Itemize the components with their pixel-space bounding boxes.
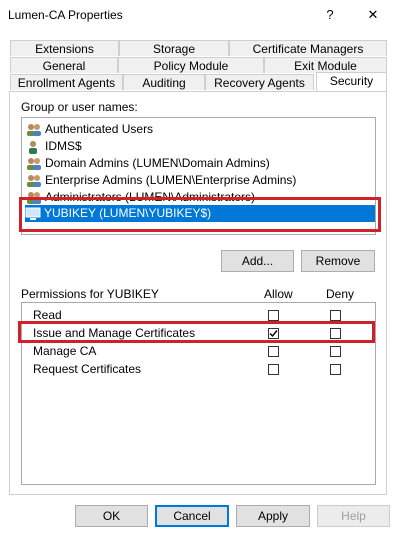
help-button: Help xyxy=(317,505,390,527)
list-item[interactable]: Domain Admins (LUMEN\Domain Admins) xyxy=(26,155,270,172)
permission-name: Request Certificates xyxy=(33,362,142,376)
tab-security[interactable]: Security xyxy=(316,72,387,91)
tab-storage[interactable]: Storage xyxy=(119,40,229,56)
read-allow-checkbox[interactable] xyxy=(268,310,279,321)
issue-manage-allow-checkbox[interactable] xyxy=(268,328,279,339)
apply-button[interactable]: Apply xyxy=(236,505,310,527)
permission-name: Manage CA xyxy=(33,344,97,358)
users-group-icon xyxy=(26,174,42,188)
tab-general[interactable]: General xyxy=(10,57,118,73)
manage-ca-deny-checkbox[interactable] xyxy=(330,346,341,357)
user-name: Authenticated Users xyxy=(45,122,154,136)
permissions-label: Permissions for YUBIKEY xyxy=(21,287,159,301)
users-group-icon xyxy=(26,191,42,205)
user-name: Administrators (LUMEN\Administrators) xyxy=(45,190,256,204)
user-list[interactable]: Authenticated Users IDMS$ Domain Admins … xyxy=(21,117,376,235)
issue-manage-deny-checkbox[interactable] xyxy=(330,328,341,339)
list-item[interactable]: Administrators (LUMEN\Administrators) xyxy=(26,189,255,206)
list-item[interactable]: IDMS$ xyxy=(26,138,82,155)
list-item-selected[interactable]: YUBIKEY (LUMEN\YUBIKEY$) xyxy=(25,205,375,222)
list-item[interactable]: Enterprise Admins (LUMEN\Enterprise Admi… xyxy=(26,172,296,189)
remove-button[interactable]: Remove xyxy=(301,250,375,272)
manage-ca-allow-checkbox[interactable] xyxy=(268,346,279,357)
list-item[interactable]: Authenticated Users xyxy=(26,121,153,138)
request-certs-deny-checkbox[interactable] xyxy=(330,364,341,375)
permission-name: Read xyxy=(33,308,62,322)
tab-auditing[interactable]: Auditing xyxy=(123,74,205,90)
window-title: Lumen-CA Properties xyxy=(8,8,123,22)
tab-enrollment-agents[interactable]: Enrollment Agents xyxy=(10,74,123,90)
user-name: YUBIKEY (LUMEN\YUBIKEY$) xyxy=(44,206,212,220)
tab-extensions[interactable]: Extensions xyxy=(10,40,119,56)
close-icon[interactable]: ✕ xyxy=(360,4,386,26)
add-button[interactable]: Add... xyxy=(221,250,294,272)
user-icon xyxy=(26,140,42,154)
help-icon[interactable]: ? xyxy=(317,4,343,26)
tab-policy-module[interactable]: Policy Module xyxy=(118,57,264,73)
ok-button[interactable]: OK xyxy=(75,505,148,527)
deny-header: Deny xyxy=(326,287,355,301)
request-certs-allow-checkbox[interactable] xyxy=(268,364,279,375)
tab-exit-module[interactable]: Exit Module xyxy=(264,57,387,73)
user-name: Enterprise Admins (LUMEN\Enterprise Admi… xyxy=(45,173,297,187)
read-deny-checkbox[interactable] xyxy=(330,310,341,321)
tab-recovery-agents[interactable]: Recovery Agents xyxy=(205,74,314,90)
permission-name: Issue and Manage Certificates xyxy=(33,326,196,340)
user-name: IDMS$ xyxy=(45,139,82,153)
users-group-icon xyxy=(26,157,42,171)
group-names-label: Group or user names: xyxy=(21,100,138,114)
permissions-list: Read Issue and Manage Certificates Manag… xyxy=(21,302,376,485)
computer-icon xyxy=(25,207,41,221)
tab-certificate-managers[interactable]: Certificate Managers xyxy=(229,40,387,56)
allow-header: Allow xyxy=(264,287,293,301)
cancel-button[interactable]: Cancel xyxy=(155,505,229,527)
title-bar: Lumen-CA Properties ? ✕ xyxy=(0,0,399,30)
checkmark-icon xyxy=(269,330,278,338)
user-name: Domain Admins (LUMEN\Domain Admins) xyxy=(45,156,270,170)
users-group-icon xyxy=(26,123,42,137)
